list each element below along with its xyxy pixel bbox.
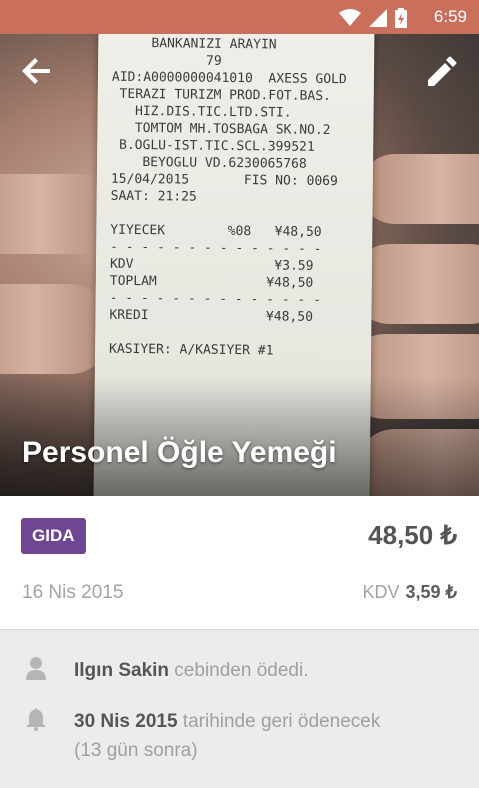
pencil-icon — [428, 56, 457, 86]
refund-suffix: tarihinde geri ödenecek — [177, 711, 381, 732]
kdv-info: KDV 3,59 ₺ — [362, 582, 457, 603]
expense-date: 16 Nis 2015 — [22, 582, 124, 603]
status-icons — [339, 8, 407, 28]
expense-title: Personel Öğle Yemeği — [22, 436, 337, 469]
payment-info: Ilgın Sakin cebinden ödedi. 30 Nis 2015 … — [0, 630, 479, 788]
receipt-text: BANKANIZI ARAYIN 79 AID:A0000000041010 A… — [109, 35, 347, 359]
expense-details: GIDA 48,50 ₺ 16 Nis 2015 KDV 3,59 ₺ — [0, 496, 479, 630]
kdv-label: KDV — [362, 582, 400, 602]
receipt-photo: BANKANIZI ARAYIN 79 AID:A0000000041010 A… — [0, 34, 479, 496]
expense-amount: 48,50 ₺ — [368, 520, 457, 550]
edit-button[interactable] — [423, 52, 461, 90]
status-bar: 6:59 — [0, 0, 479, 34]
arrow-left-icon — [22, 58, 50, 84]
refund-date: 30 Nis 2015 — [74, 711, 178, 732]
refund-note: (13 gün sonra) — [74, 740, 198, 761]
status-time: 6:59 — [433, 7, 467, 26]
payer-text: Ilgın Sakin cebinden ödedi. — [74, 656, 308, 685]
kdv-value: 3,59 ₺ — [405, 582, 458, 602]
battery-icon — [395, 8, 407, 28]
person-icon — [26, 657, 46, 680]
refund-text: 30 Nis 2015 tarihinde geri ödenecek (13 g… — [74, 707, 380, 765]
payer-name: Ilgın Sakin — [74, 660, 170, 681]
signal-icon — [369, 9, 387, 27]
category-badge: GIDA — [21, 518, 86, 554]
payer-suffix: cebinden ödedi. — [169, 660, 309, 681]
back-button[interactable] — [18, 52, 56, 90]
wifi-icon — [339, 9, 361, 26]
bell-icon — [26, 708, 46, 731]
